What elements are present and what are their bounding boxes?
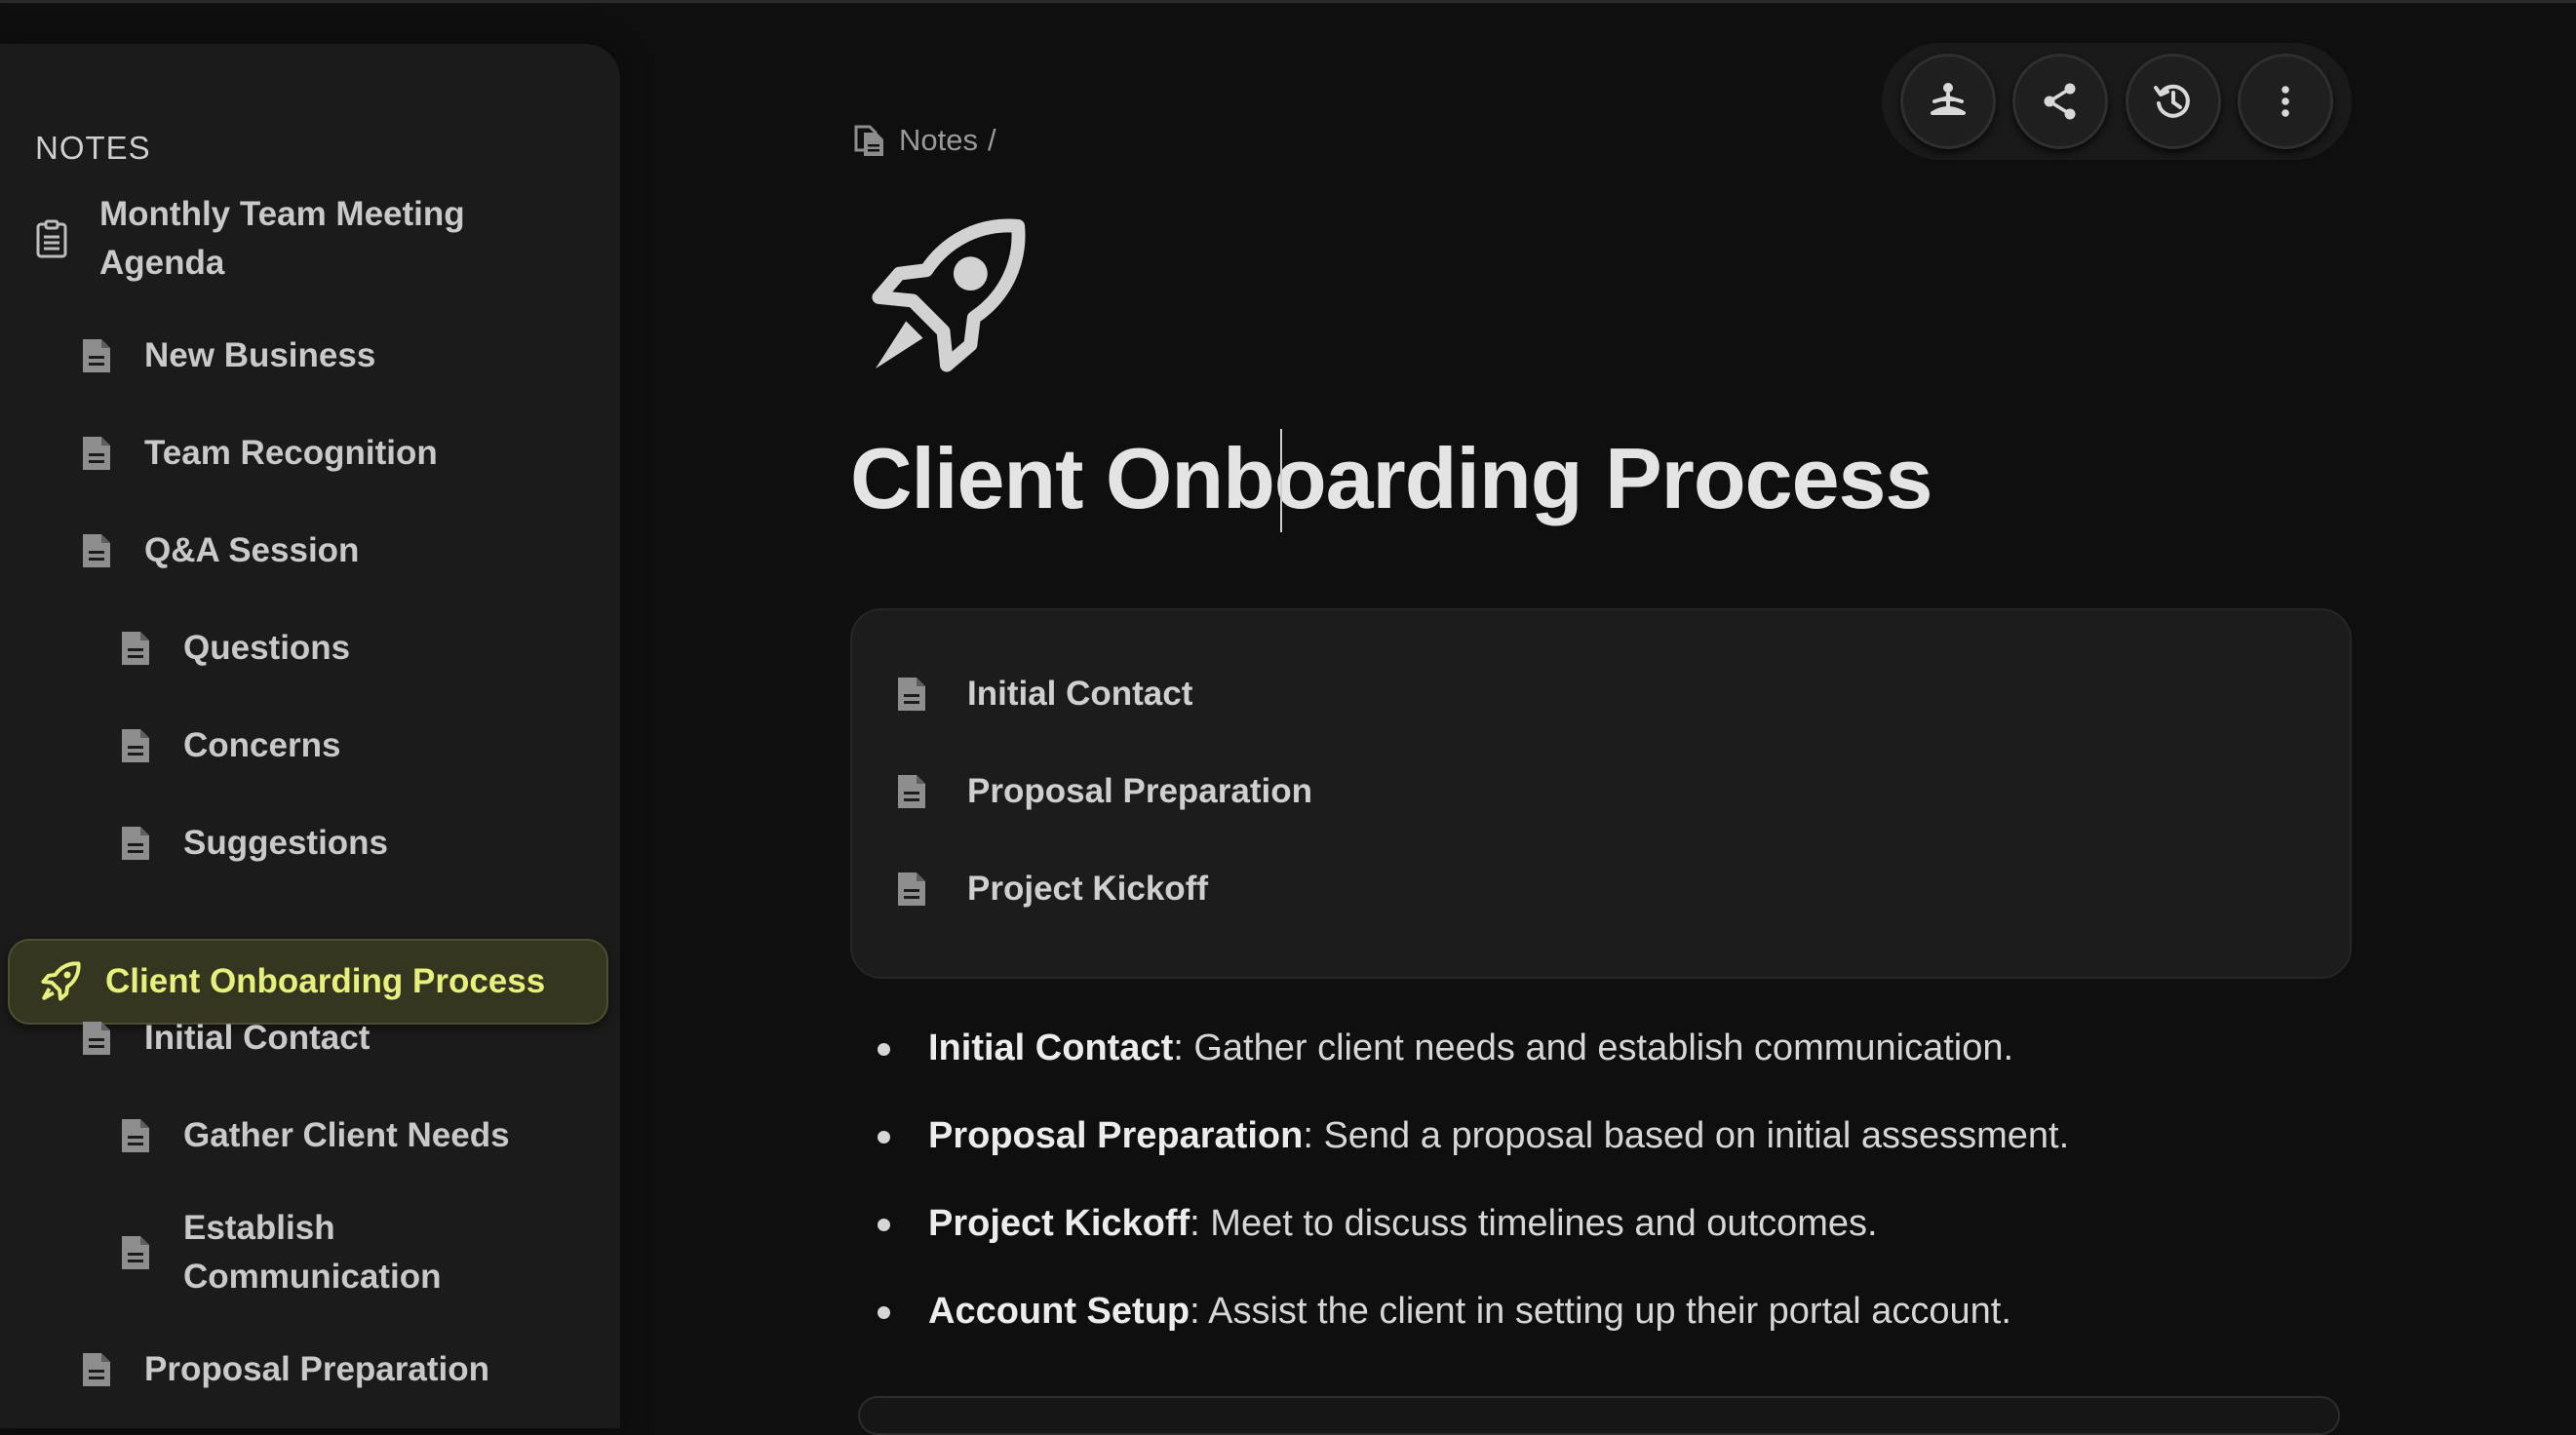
- document-icon: [122, 1119, 149, 1152]
- list-item[interactable]: Initial Contact: Gather client needs and…: [878, 1018, 2438, 1105]
- history-icon: [2153, 84, 2190, 118]
- bullet-text: : Send a proposal based on initial asses…: [1303, 1115, 2070, 1156]
- share-button[interactable]: [2012, 54, 2109, 149]
- more-button[interactable]: [2238, 54, 2334, 149]
- sidebar: NOTES Monthly Team Meeting Agenda New Bu…: [0, 44, 620, 1428]
- sidebar-item-label: Q&A Session: [144, 531, 360, 569]
- sidebar-item-proposal-preparation[interactable]: Proposal Preparation: [80, 1345, 489, 1394]
- bullet-text: : Assist the client in setting up their …: [1190, 1291, 2011, 1332]
- sidebar-item-team-recognition[interactable]: Team Recognition: [80, 429, 438, 478]
- breadcrumb-notes-link[interactable]: Notes: [899, 123, 978, 158]
- bullet-term: Proposal Preparation: [928, 1115, 1304, 1156]
- bullet-text: : Meet to discuss timelines and outcomes…: [1190, 1203, 1878, 1244]
- bullet-term: Initial Contact: [928, 1028, 1174, 1068]
- list-item[interactable]: Project Kickoff: Meet to discuss timelin…: [878, 1193, 2438, 1281]
- sidebar-item-qa-session[interactable]: Q&A Session: [80, 526, 359, 575]
- more-vertical-icon: [2282, 86, 2290, 117]
- sidebar-item-label: Proposal Preparation: [144, 1350, 489, 1388]
- list-item[interactable]: Proposal Preparation: Send a proposal ba…: [878, 1105, 2438, 1193]
- document-icon: [122, 729, 149, 762]
- breadcrumb: Notes /: [852, 123, 996, 158]
- sidebar-item-gather-client-needs[interactable]: Gather Client Needs: [119, 1111, 510, 1160]
- document-icon: [898, 678, 925, 711]
- subpage-link-initial-contact[interactable]: Initial Contact: [895, 675, 1192, 714]
- window-top-border: [0, 0, 2576, 3]
- sidebar-item-label: Concerns: [183, 726, 341, 764]
- sidebar-item-concerns[interactable]: Concerns: [119, 721, 340, 770]
- document-icon: [898, 775, 925, 808]
- page-title[interactable]: Client Onboarding Process: [850, 429, 1932, 528]
- sidebar-item-label: Team Recognition: [144, 434, 438, 472]
- bullet-term: Project Kickoff: [928, 1203, 1190, 1244]
- document-icon: [898, 873, 925, 906]
- sidebar-item-new-business[interactable]: New Business: [80, 331, 375, 380]
- sidebar-item-label: Initial Contact: [144, 1019, 371, 1057]
- subpage-label: Project Kickoff: [967, 870, 1208, 908]
- document-icon: [83, 339, 110, 372]
- subpage-link-project-kickoff[interactable]: Project Kickoff: [895, 870, 1208, 909]
- sidebar-item-label: Questions: [183, 629, 351, 667]
- list-item[interactable]: Account Setup: Assist the client in sett…: [878, 1281, 2438, 1369]
- subpages-block: Initial Contact Proposal Preparation Pro…: [850, 608, 2352, 979]
- sidebar-item-label: New Business: [144, 336, 376, 374]
- clipboard-icon: [36, 219, 67, 258]
- sidebar-item-label: Client Onboarding Process: [105, 962, 546, 1000]
- bullet-list[interactable]: Initial Contact: Gather client needs and…: [878, 1018, 2438, 1369]
- page-icon[interactable]: [862, 213, 1032, 387]
- sidebar-item-label: Suggestions: [183, 824, 389, 862]
- page-actions-toolbar: [1882, 43, 2352, 160]
- sidebar-item-label: Establish Communication: [183, 1209, 442, 1296]
- document-icon: [83, 534, 110, 567]
- subpage-label: Initial Contact: [967, 675, 1193, 713]
- document-icon: [83, 437, 110, 470]
- subpage-link-proposal-preparation[interactable]: Proposal Preparation: [895, 772, 1312, 811]
- text-cursor: [1280, 429, 1282, 532]
- next-block: [858, 1396, 2340, 1435]
- breadcrumb-separator: /: [987, 123, 996, 157]
- document-icon: [122, 1236, 149, 1269]
- bullet-text: : Gather client needs and establish comm…: [1173, 1028, 2014, 1068]
- sidebar-item-client-onboarding-process[interactable]: Client Onboarding Process: [8, 939, 608, 1025]
- document-icon: [122, 632, 149, 665]
- sidebar-item-label: Monthly Team Meeting Agenda: [99, 195, 465, 282]
- document-icon: [83, 1022, 110, 1055]
- zen-mode-button[interactable]: [1899, 54, 1996, 149]
- document-icon: [83, 1353, 110, 1386]
- subpage-label: Proposal Preparation: [967, 772, 1312, 810]
- notes-icon: [854, 125, 883, 156]
- bullet-term: Account Setup: [928, 1291, 1190, 1332]
- share-icon: [2044, 83, 2076, 120]
- sidebar-item-label: Gather Client Needs: [183, 1116, 510, 1154]
- sidebar-item-initial-contact[interactable]: Initial Contact: [80, 1014, 370, 1063]
- rocket-icon: [41, 961, 81, 1001]
- sidebar-title: NOTES: [35, 130, 151, 166]
- sidebar-item-monthly-team-meeting-agenda[interactable]: Monthly Team Meeting Agenda: [35, 190, 528, 288]
- meditation-icon: [1930, 83, 1966, 115]
- sidebar-item-suggestions[interactable]: Suggestions: [119, 819, 388, 868]
- document-icon: [122, 827, 149, 860]
- history-button[interactable]: [2125, 54, 2221, 149]
- rocket-icon: [872, 218, 1026, 372]
- sidebar-item-establish-communication[interactable]: Establish Communication: [119, 1204, 476, 1301]
- sidebar-item-questions[interactable]: Questions: [119, 624, 350, 673]
